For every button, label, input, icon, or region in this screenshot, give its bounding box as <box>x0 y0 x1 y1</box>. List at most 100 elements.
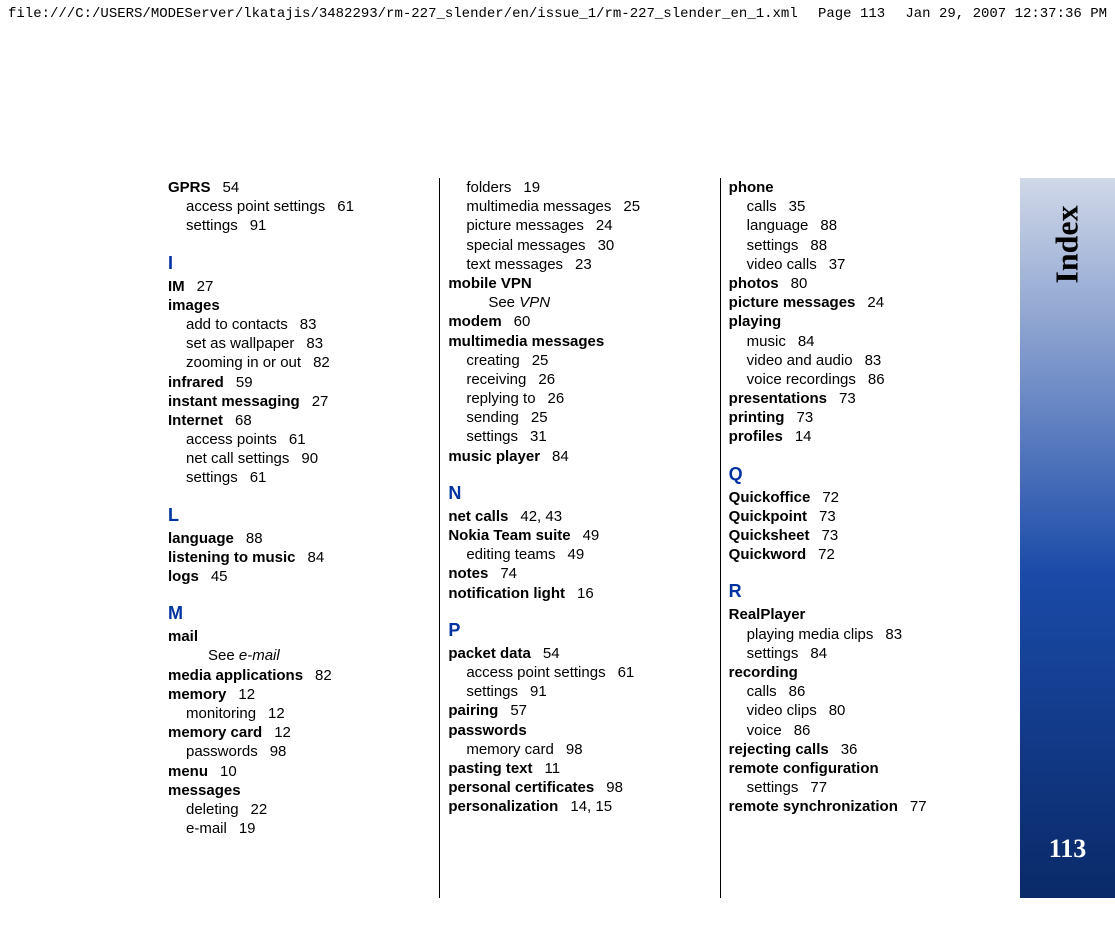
index-column-3: phonecalls35language88settings88video ca… <box>720 178 1000 898</box>
index-subentry: video clips80 <box>729 701 992 720</box>
index-term: Quickword <box>729 546 807 563</box>
index-entry: memory12 <box>168 685 431 704</box>
index-page-ref: 91 <box>250 217 267 234</box>
index-entry: images <box>168 296 431 315</box>
see-target: e-mail <box>239 647 280 664</box>
index-page-ref: 26 <box>548 390 565 407</box>
index-subentry: settings84 <box>729 644 992 663</box>
index-page-ref: 77 <box>910 798 927 815</box>
index-page-ref: 23 <box>575 256 592 273</box>
index-page-ref: 25 <box>531 409 548 426</box>
index-page-ref: 54 <box>223 179 240 196</box>
index-term: language <box>168 530 234 547</box>
index-page-ref: 61 <box>289 431 306 448</box>
index-term: remote configuration <box>729 760 879 777</box>
index-term: rejecting calls <box>729 741 829 758</box>
index-subentry: settings91 <box>448 682 711 701</box>
index-entry: Quickoffice72 <box>729 488 992 507</box>
index-page-ref: 80 <box>791 275 808 292</box>
index-page-ref: 83 <box>865 352 882 369</box>
index-entry: Quickword 72 <box>729 545 992 564</box>
index-page-ref: 61 <box>250 469 267 486</box>
index-page-ref: 83 <box>306 335 323 352</box>
page-body: GPRS54access point settings61settings91I… <box>0 28 1115 898</box>
index-subterm: language <box>747 217 809 234</box>
index-subentry: text messages23 <box>448 255 711 274</box>
index-subterm: calls <box>747 683 777 700</box>
index-subterm: editing teams <box>466 546 555 563</box>
index-entry: infrared59 <box>168 373 431 392</box>
file-path: file:///C:/USERS/MODEServer/lkatajis/348… <box>8 6 798 22</box>
index-page-ref: 16 <box>577 585 594 602</box>
index-entry: menu10 <box>168 762 431 781</box>
index-entry: listening to music84 <box>168 548 431 567</box>
index-page-ref: 73 <box>819 508 836 525</box>
index-entry: rejecting calls36 <box>729 740 992 759</box>
index-page-ref: 68 <box>235 412 252 429</box>
index-entry: instant messaging27 <box>168 392 431 411</box>
index-subentry: settings61 <box>168 468 431 487</box>
index-entry: Quickpoint73 <box>729 507 992 526</box>
index-entry: picture messages 24 <box>729 293 992 312</box>
see-label: See <box>208 647 239 664</box>
index-subentry: settings77 <box>729 778 992 797</box>
index-page-ref: 72 <box>818 546 835 563</box>
index-page-ref: 86 <box>789 683 806 700</box>
index-page-ref: 86 <box>794 722 811 739</box>
index-letter: L <box>168 504 431 527</box>
index-subentry: access point settings61 <box>448 663 711 682</box>
index-subentry: net call settings90 <box>168 449 431 468</box>
index-page-ref: 12 <box>238 686 255 703</box>
index-entry: phone <box>729 178 992 197</box>
index-subterm: video clips <box>747 702 817 719</box>
index-term: picture messages <box>729 294 856 311</box>
index-page-ref: 98 <box>566 741 583 758</box>
index-entry: presentations73 <box>729 389 992 408</box>
index-subterm: access point settings <box>186 198 325 215</box>
index-subterm: special messages <box>466 237 585 254</box>
index-page-ref: 88 <box>810 237 827 254</box>
index-subterm: passwords <box>186 743 258 760</box>
print-header: file:///C:/USERS/MODEServer/lkatajis/348… <box>0 0 1115 28</box>
index-page-ref: 73 <box>822 527 839 544</box>
index-term: personalization <box>448 798 558 815</box>
index-term: presentations <box>729 390 827 407</box>
index-subterm: multimedia messages <box>466 198 611 215</box>
index-page-ref: 12 <box>274 724 291 741</box>
index-page-ref: 25 <box>623 198 640 215</box>
index-subterm: monitoring <box>186 705 256 722</box>
index-entry: personal certificates98 <box>448 778 711 797</box>
index-entry: playing <box>729 312 992 331</box>
index-page-ref: 10 <box>220 763 237 780</box>
index-page-ref: 72 <box>822 489 839 506</box>
index-subterm: settings <box>466 428 518 445</box>
index-term: modem <box>448 313 501 330</box>
index-subterm: e-mail <box>186 820 227 837</box>
index-subterm: playing media clips <box>747 626 874 643</box>
index-subentry: add to contacts83 <box>168 315 431 334</box>
index-subterm: settings <box>747 779 799 796</box>
index-entry: GPRS 54 <box>168 178 431 197</box>
index-term: instant messaging <box>168 393 300 410</box>
index-entry: remote synchronization77 <box>729 797 992 816</box>
index-term: IM <box>168 278 185 295</box>
index-subentry: language88 <box>729 216 992 235</box>
index-letter: P <box>448 619 711 642</box>
index-term: phone <box>729 179 774 196</box>
index-page-ref: 98 <box>606 779 623 796</box>
index-page-ref: 24 <box>867 294 884 311</box>
index-term: GPRS <box>168 179 211 196</box>
index-subentry: creating25 <box>448 351 711 370</box>
index-page-ref: 25 <box>532 352 549 369</box>
index-subterm: video and audio <box>747 352 853 369</box>
index-entry: messages <box>168 781 431 800</box>
index-subentry: deleting22 <box>168 800 431 819</box>
index-page-ref: 19 <box>239 820 256 837</box>
index-column-2: folders19multimedia messages25picture me… <box>439 178 719 898</box>
index-subentry: e-mail 19 <box>168 819 431 838</box>
index-page-ref: 84 <box>552 448 569 465</box>
index-page-ref: 90 <box>301 450 318 467</box>
index-page-ref: 31 <box>530 428 547 445</box>
index-subentry: voice recordings86 <box>729 370 992 389</box>
index-subterm: add to contacts <box>186 316 288 333</box>
